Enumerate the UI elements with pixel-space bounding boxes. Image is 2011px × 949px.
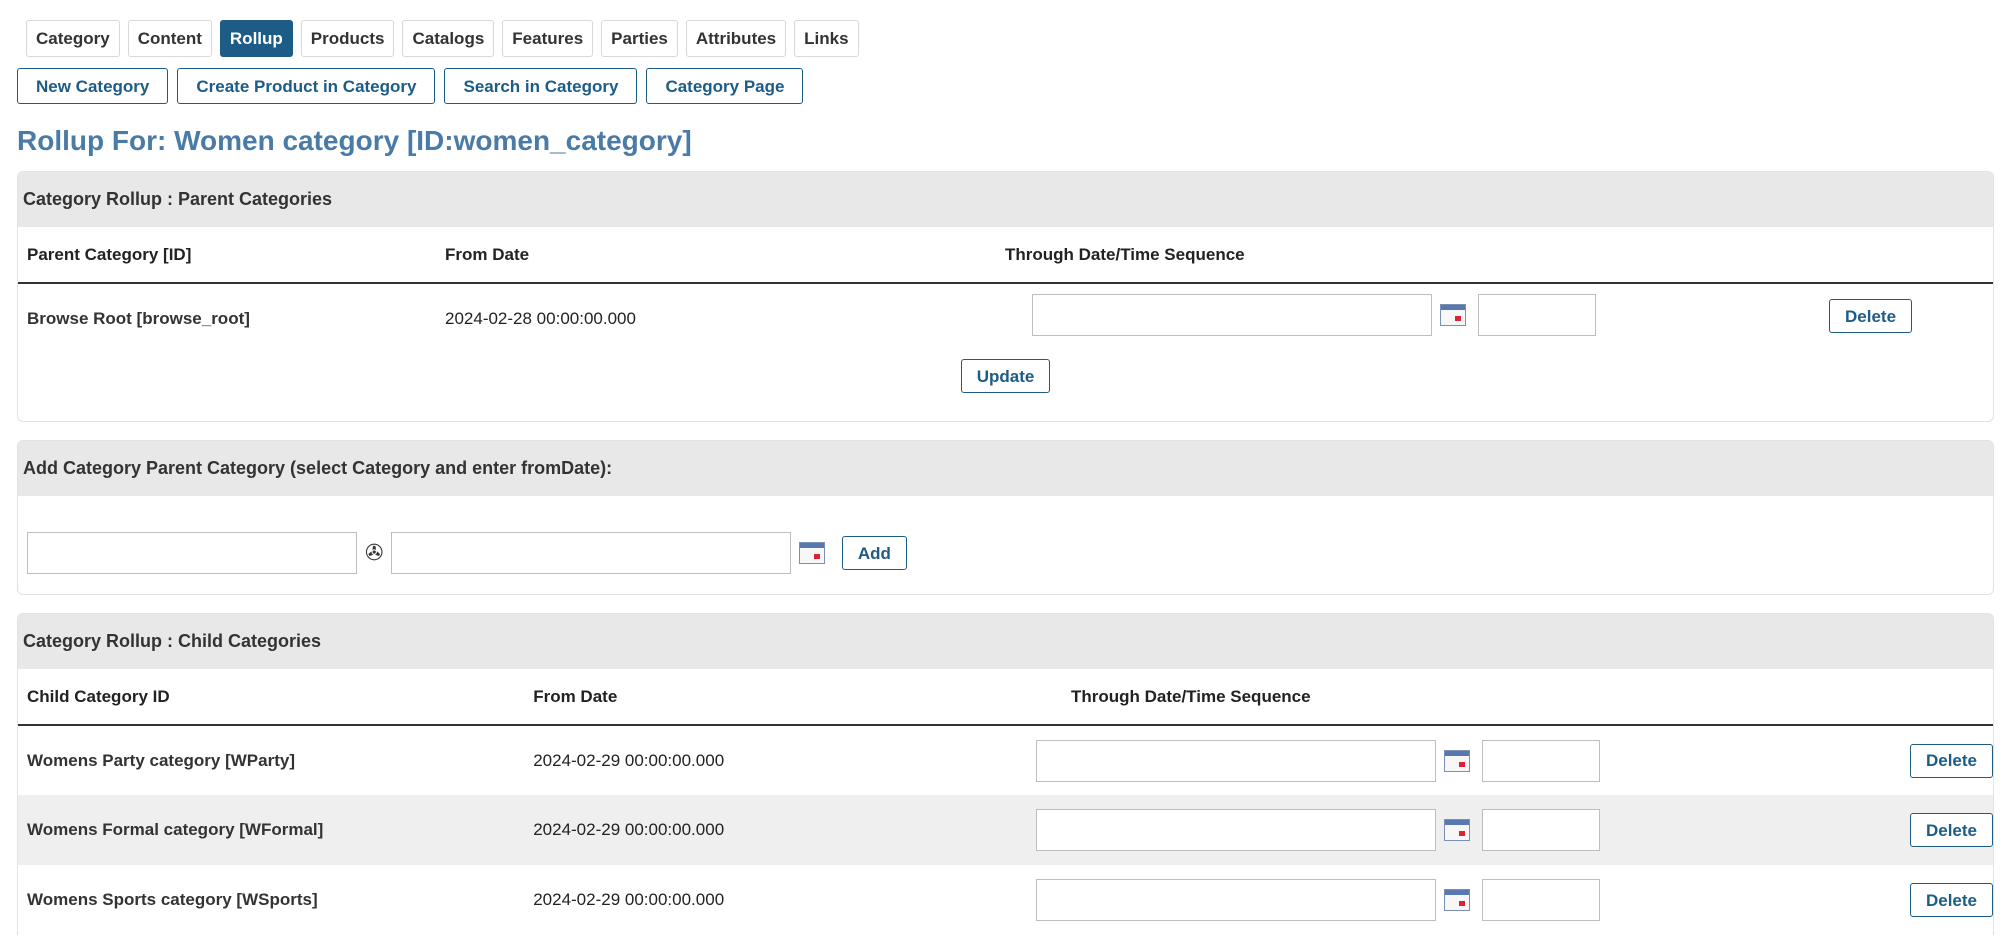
tab-attributes[interactable]: Attributes xyxy=(685,20,787,57)
child-category-name: Womens Party category [WParty] xyxy=(27,750,295,770)
parent-categories-section: Category Rollup : Parent Categories Pare… xyxy=(17,171,1994,422)
tab-parties[interactable]: Parties xyxy=(601,20,678,57)
through-date-input[interactable] xyxy=(1032,294,1432,336)
from-date-value: 2024-02-29 00:00:00.000 xyxy=(524,795,1062,865)
parent-category-input[interactable] xyxy=(27,532,357,574)
tab-bar: Category Content Rollup Products Catalog… xyxy=(26,20,1994,57)
column-header-spacer xyxy=(1599,669,1993,726)
category-page-button[interactable]: Category Page xyxy=(646,68,804,104)
sequence-input[interactable] xyxy=(1481,879,1600,921)
tab-products[interactable]: Products xyxy=(300,20,395,57)
section-header: Category Rollup : Child Categories xyxy=(18,614,1993,669)
sequence-input[interactable] xyxy=(1478,294,1596,336)
page-title: Rollup For: Women category [ID:women_cat… xyxy=(17,125,692,156)
delete-cell: Delete xyxy=(1600,865,1993,935)
page: Category Content Rollup Products Catalog… xyxy=(0,0,2011,949)
through-date-input[interactable] xyxy=(1035,739,1436,782)
table-row: Womens Sports category [WSports] 2024-02… xyxy=(18,865,1993,935)
parent-categories-table: Parent Category [ID] From Date Through D… xyxy=(18,227,1993,353)
calendar-icon[interactable] xyxy=(799,542,826,564)
from-date-value: 2024-02-28 00:00:00.000 xyxy=(445,308,636,328)
column-header-through-date: Through Date/Time Sequence xyxy=(1061,669,1600,726)
new-category-button[interactable]: New Category xyxy=(17,68,169,104)
column-header-spacer xyxy=(1341,227,1993,284)
through-date-cell xyxy=(1035,795,1600,865)
through-date-controls xyxy=(1032,294,1596,336)
section-header: Category Rollup : Parent Categories xyxy=(18,172,1993,227)
child-category-name: Womens Formal category [WFormal] xyxy=(18,795,525,865)
calendar-icon[interactable] xyxy=(1443,889,1470,911)
from-date-value: 2024-02-29 00:00:00.000 xyxy=(533,890,725,909)
delete-cell: Delete xyxy=(1600,725,1993,795)
through-date-cell xyxy=(1035,725,1600,795)
parent-category-name: Browse Root [browse_root] xyxy=(27,308,250,328)
update-button[interactable]: Update xyxy=(960,359,1051,393)
child-category-name: Womens Sports category [WSports] xyxy=(27,890,318,909)
tab-rollup[interactable]: Rollup xyxy=(219,20,293,57)
column-header-through-date: Through Date/Time Sequence xyxy=(996,227,1341,284)
delete-button[interactable]: Delete xyxy=(1909,743,1993,778)
sequence-input[interactable] xyxy=(1481,739,1600,782)
child-categories-table: Child Category ID From Date Through Date… xyxy=(18,669,1993,935)
table-row: Womens Party category [WParty] 2024-02-2… xyxy=(18,725,1993,795)
calendar-icon[interactable] xyxy=(1443,749,1470,772)
delete-control: Delete xyxy=(1829,299,1913,333)
tab-links[interactable]: Links xyxy=(794,20,859,57)
action-bar: New Category Create Product in Category … xyxy=(17,68,1994,104)
delete-button[interactable]: Delete xyxy=(1909,883,1993,917)
table-row: Womens Formal category [WFormal] 2024-02… xyxy=(18,795,1993,865)
add-parent-form: ✇ Add xyxy=(18,496,1993,594)
column-header-from-date: From Date xyxy=(436,227,996,284)
column-header-parent-category: Parent Category [ID] xyxy=(18,227,436,284)
tab-content[interactable]: Content xyxy=(127,20,212,57)
add-parent-section: Add Category Parent Category (select Cat… xyxy=(17,440,1994,595)
calendar-icon[interactable] xyxy=(1443,819,1470,841)
delete-button[interactable]: Delete xyxy=(1829,299,1913,333)
tab-features[interactable]: Features xyxy=(502,20,594,57)
tab-category[interactable]: Category xyxy=(26,20,120,57)
through-date-input[interactable] xyxy=(1035,879,1436,921)
create-product-button[interactable]: Create Product in Category xyxy=(177,68,436,104)
from-date-input[interactable] xyxy=(391,532,792,574)
update-row: Update xyxy=(18,353,1993,421)
section-header: Add Category Parent Category (select Cat… xyxy=(18,441,1993,496)
through-date-cell xyxy=(1035,865,1600,935)
table-row: Browse Root [browse_root] 2024-02-28 00:… xyxy=(18,283,1993,353)
calendar-icon[interactable] xyxy=(1440,304,1466,326)
delete-cell: Delete xyxy=(1599,795,1993,865)
column-header-child-category: Child Category ID xyxy=(18,669,525,726)
column-header-from-date: From Date xyxy=(524,669,1062,726)
search-in-category-button[interactable]: Search in Category xyxy=(444,68,638,104)
from-date-value: 2024-02-29 00:00:00.000 xyxy=(533,750,725,770)
lookup-icon[interactable]: ✇ xyxy=(365,542,383,564)
through-date-input[interactable] xyxy=(1035,809,1436,851)
tab-catalogs[interactable]: Catalogs xyxy=(402,20,495,57)
delete-button[interactable]: Delete xyxy=(1909,813,1993,847)
sequence-input[interactable] xyxy=(1481,809,1600,851)
add-button[interactable]: Add xyxy=(841,536,907,570)
child-categories-section: Category Rollup : Child Categories Child… xyxy=(17,613,1994,935)
